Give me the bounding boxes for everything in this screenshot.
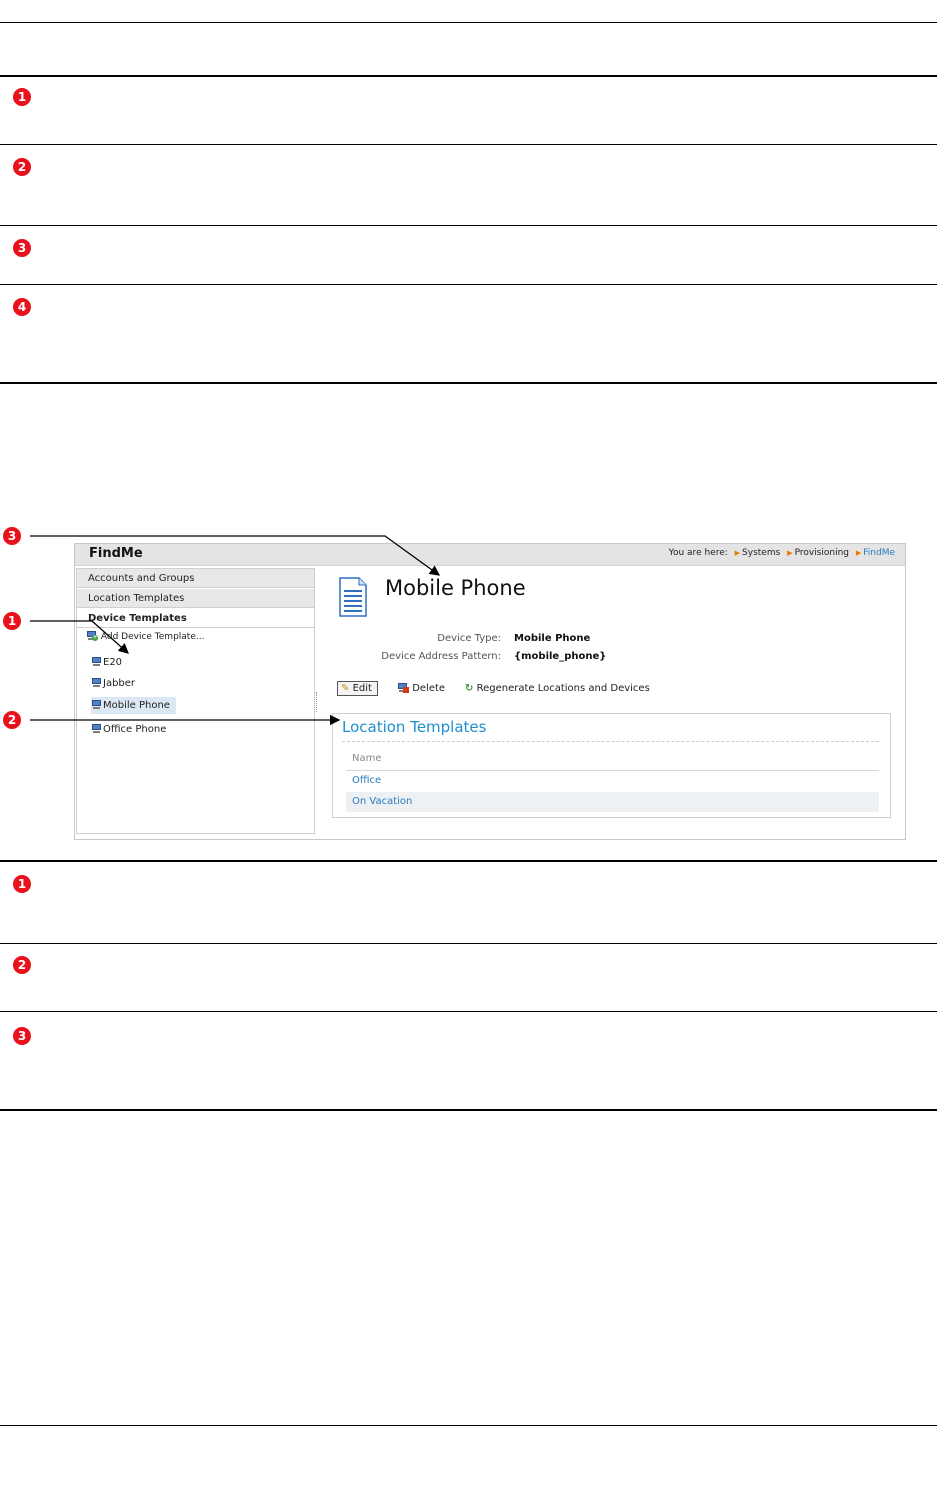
refresh-icon: ↻ [465, 683, 474, 694]
regenerate-button-label: Regenerate Locations and Devices [476, 683, 650, 694]
figure-callout-1: 1 [3, 612, 21, 630]
sidebar-item-device-templates[interactable]: Device Templates [77, 609, 314, 628]
address-pattern-label: Device Address Pattern: [381, 651, 501, 662]
device-type-label: Device Type: [437, 633, 501, 644]
findme-screenshot: FindMe You are here: ▶ Systems ▶ Provision… [74, 543, 906, 840]
add-device-template-label: Add Device Template... [100, 632, 205, 642]
callout-number-1: 1 [13, 88, 31, 106]
breadcrumb-prefix: You are here: [668, 548, 728, 558]
figure-callout-2: 2 [3, 711, 21, 729]
breadcrumb-item-findme[interactable]: FindMe [863, 548, 895, 558]
device-type-value: Mobile Phone [514, 633, 591, 644]
edit-button[interactable]: ✎ Edit [337, 681, 378, 696]
table-row-rule [0, 284, 937, 285]
callout-number-2: 2 [13, 158, 31, 176]
table-header-rule [0, 75, 937, 77]
regenerate-button[interactable]: ↻ Regenerate Locations and Devices [465, 683, 650, 694]
breadcrumb-arrow-icon: ▶ [787, 549, 793, 557]
table-bottom-rule [0, 1109, 937, 1111]
computer-icon [91, 678, 102, 687]
location-row-office[interactable]: Office [346, 771, 879, 791]
device-item-jabber[interactable]: Jabber [91, 675, 141, 692]
add-device-template-button[interactable]: + Add Device Template... [86, 631, 204, 642]
location-templates-heading: Location Templates [342, 718, 487, 736]
app-title: FindMe [89, 546, 143, 561]
table-row-rule [0, 225, 937, 226]
breadcrumb-arrow-icon: ▶ [734, 549, 741, 557]
device-item-label: Office Phone [103, 724, 167, 735]
breadcrumb-item-systems[interactable]: Systems [742, 548, 780, 558]
delete-device-icon [397, 683, 409, 693]
table-row-rule [0, 1011, 937, 1012]
device-title: Mobile Phone [385, 576, 526, 600]
page-footer-rule [0, 1425, 937, 1426]
breadcrumb: You are here: ▶ Systems ▶ Provisioning ▶ Fi… [669, 548, 895, 558]
table-header-rule [0, 860, 937, 862]
callout-number-3: 3 [13, 239, 31, 257]
callout-number-4: 4 [13, 298, 31, 316]
figure-callout-3: 3 [3, 527, 21, 545]
column-header-name[interactable]: Name [352, 753, 382, 764]
address-pattern-value: {mobile_phone} [514, 651, 607, 662]
table-top-rule [0, 22, 937, 23]
table-row-rule [0, 144, 937, 145]
sidebar-item-accounts-and-groups[interactable]: Accounts and Groups [77, 569, 314, 588]
computer-icon [91, 724, 102, 733]
breadcrumb-item-provisioning[interactable]: Provisioning [795, 548, 849, 558]
table-bottom-rule [0, 382, 937, 384]
delete-button-label: Delete [412, 683, 446, 694]
edit-button-label: Edit [352, 683, 372, 694]
heading-divider [342, 741, 879, 742]
table-row-rule [0, 943, 937, 944]
sidebar-item-location-templates[interactable]: Location Templates [77, 589, 314, 608]
pane-splitter-handle[interactable] [316, 692, 319, 712]
document-icon [339, 577, 367, 617]
add-device-icon: + [86, 631, 98, 641]
device-item-e20[interactable]: E20 [91, 654, 128, 671]
location-row-on-vacation[interactable]: On Vacation [346, 792, 879, 812]
delete-button[interactable]: Delete [397, 683, 445, 694]
sidebar: Accounts and Groups Location Templates D… [76, 568, 315, 834]
callout-number-1-bottom: 1 [13, 875, 31, 893]
device-item-label: Jabber [103, 678, 136, 689]
callout-number-2-bottom: 2 [13, 956, 31, 974]
device-item-label: E20 [103, 657, 123, 668]
pencil-icon: ✎ [341, 683, 350, 694]
device-item-label: Mobile Phone [103, 700, 170, 711]
device-item-mobile-phone[interactable]: Mobile Phone [91, 697, 176, 714]
location-templates-panel: Location Templates Name Office On Vacati… [332, 713, 891, 818]
app-header: FindMe You are here: ▶ Systems ▶ Provision… [75, 544, 905, 566]
breadcrumb-arrow-icon: ▶ [855, 549, 862, 557]
callout-number-3-bottom: 3 [13, 1027, 31, 1045]
computer-icon [91, 700, 102, 709]
device-item-office-phone[interactable]: Office Phone [91, 721, 172, 738]
computer-icon [91, 657, 102, 666]
